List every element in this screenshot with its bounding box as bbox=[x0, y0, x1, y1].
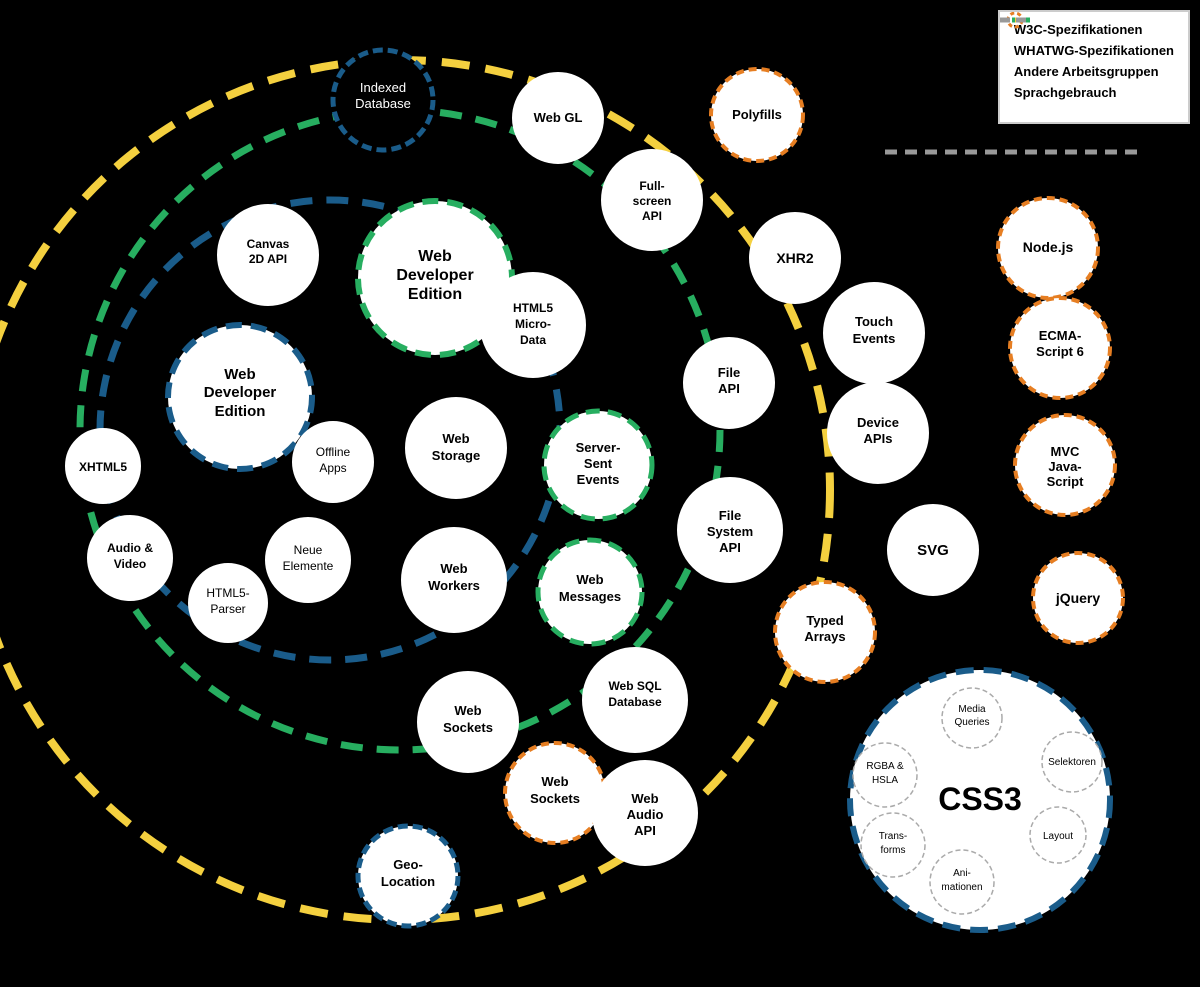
svg-text:Web: Web bbox=[418, 248, 452, 265]
svg-text:Parser: Parser bbox=[210, 602, 245, 616]
svg-text:API: API bbox=[634, 823, 656, 838]
svg-text:Web: Web bbox=[541, 774, 568, 789]
svg-text:Queries: Queries bbox=[954, 717, 989, 728]
svg-text:Web: Web bbox=[224, 366, 255, 383]
svg-text:Typed: Typed bbox=[806, 613, 843, 628]
svg-text:Web: Web bbox=[440, 561, 467, 576]
svg-text:Trans-: Trans- bbox=[879, 831, 908, 842]
svg-text:Ani-: Ani- bbox=[953, 868, 971, 879]
svg-text:HTML5-: HTML5- bbox=[206, 586, 249, 600]
svg-text:Audio &: Audio & bbox=[107, 541, 153, 555]
svg-text:Workers: Workers bbox=[428, 578, 480, 593]
svg-text:Location: Location bbox=[381, 874, 435, 889]
svg-text:Micro-: Micro- bbox=[515, 317, 551, 331]
svg-text:System: System bbox=[707, 524, 753, 539]
svg-text:Arrays: Arrays bbox=[804, 629, 845, 644]
svg-text:Sockets: Sockets bbox=[530, 791, 580, 806]
svg-text:Events: Events bbox=[577, 472, 620, 487]
svg-text:Web SQL: Web SQL bbox=[608, 679, 661, 693]
svg-text:SVG: SVG bbox=[917, 542, 949, 559]
svg-text:Offline: Offline bbox=[316, 445, 351, 459]
svg-text:2D API: 2D API bbox=[249, 252, 287, 266]
svg-text:API: API bbox=[718, 381, 740, 396]
svg-text:Server-: Server- bbox=[576, 440, 621, 455]
svg-text:mationen: mationen bbox=[941, 882, 982, 893]
svg-text:Neue: Neue bbox=[294, 543, 323, 557]
svg-text:Indexed: Indexed bbox=[360, 80, 406, 95]
svg-text:File: File bbox=[719, 508, 741, 523]
svg-text:screen: screen bbox=[633, 194, 672, 208]
svg-text:HTML5: HTML5 bbox=[513, 301, 553, 315]
svg-text:Geo-: Geo- bbox=[393, 857, 423, 872]
svg-text:Edition: Edition bbox=[215, 403, 266, 420]
svg-text:Video: Video bbox=[114, 557, 146, 571]
svg-text:API: API bbox=[642, 209, 662, 223]
svg-text:Events: Events bbox=[853, 331, 896, 346]
svg-text:Polyfills: Polyfills bbox=[732, 107, 782, 122]
svg-text:APIs: APIs bbox=[864, 431, 893, 446]
svg-text:HSLA: HSLA bbox=[872, 775, 898, 786]
svg-text:Sockets: Sockets bbox=[443, 720, 493, 735]
svg-text:XHTML5: XHTML5 bbox=[79, 460, 127, 474]
svg-text:Canvas: Canvas bbox=[247, 237, 290, 251]
svg-text:RGBA &: RGBA & bbox=[866, 761, 904, 772]
svg-text:Edition: Edition bbox=[408, 286, 462, 303]
svg-text:Audio: Audio bbox=[627, 807, 664, 822]
svg-text:Web: Web bbox=[576, 572, 603, 587]
svg-text:Apps: Apps bbox=[319, 461, 346, 475]
svg-text:Media: Media bbox=[958, 704, 986, 715]
svg-text:Web: Web bbox=[454, 703, 481, 718]
svg-text:Messages: Messages bbox=[559, 589, 621, 604]
svg-text:Device: Device bbox=[857, 415, 899, 430]
svg-text:XHR2: XHR2 bbox=[776, 250, 814, 266]
svg-text:Developer: Developer bbox=[396, 267, 473, 284]
legend: W3C-Spezifikationen WHATWG-Spezifikation… bbox=[998, 10, 1190, 124]
svg-text:Data: Data bbox=[520, 333, 546, 347]
svg-text:Developer: Developer bbox=[204, 384, 277, 401]
svg-text:Storage: Storage bbox=[432, 448, 480, 463]
svg-text:File: File bbox=[718, 365, 740, 380]
svg-text:Database: Database bbox=[355, 96, 411, 111]
svg-text:Elemente: Elemente bbox=[283, 559, 334, 573]
svg-text:Web: Web bbox=[631, 791, 658, 806]
svg-text:Database: Database bbox=[608, 695, 662, 709]
svg-text:Full-: Full- bbox=[639, 179, 664, 193]
svg-text:forms: forms bbox=[881, 845, 906, 856]
svg-text:Touch: Touch bbox=[855, 314, 893, 329]
svg-text:Web GL: Web GL bbox=[534, 110, 583, 125]
svg-text:API: API bbox=[719, 540, 741, 555]
svg-text:Web: Web bbox=[442, 431, 469, 446]
svg-text:Sent: Sent bbox=[584, 456, 613, 471]
